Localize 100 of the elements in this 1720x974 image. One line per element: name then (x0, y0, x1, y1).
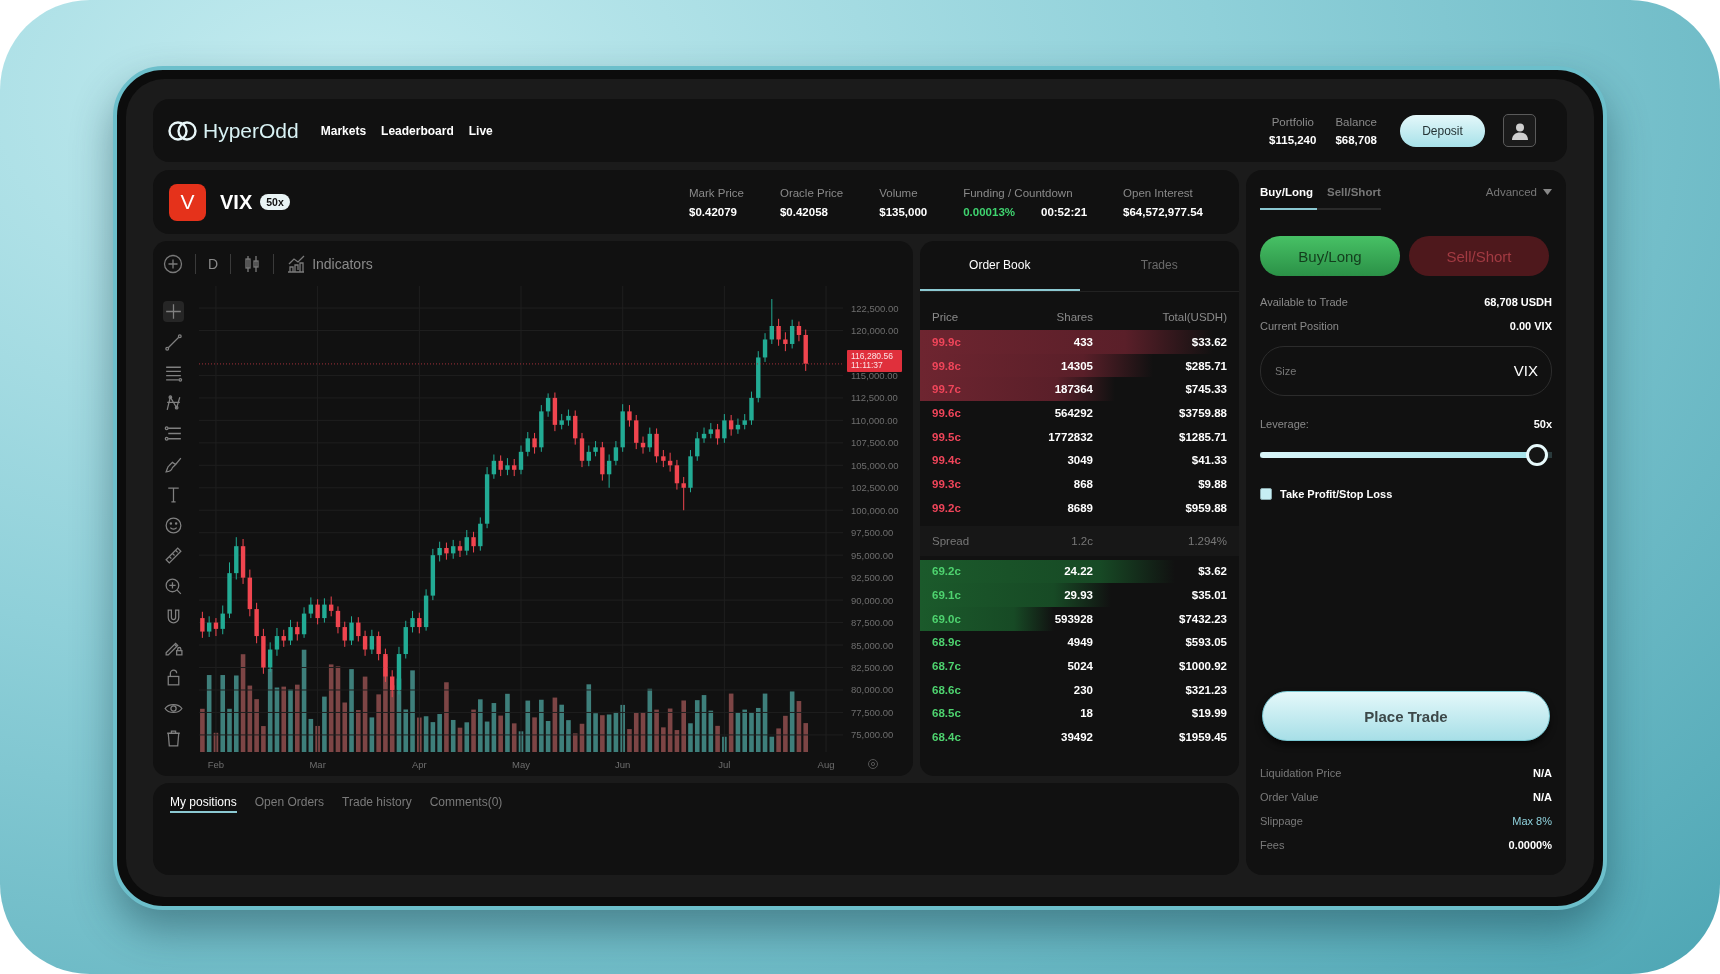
spread-value: 1.2c (1070, 534, 1093, 547)
tab[interactable]: Order Book (920, 241, 1080, 291)
buy-button[interactable]: Buy/Long (1260, 236, 1400, 276)
stat-value: $0.42058 (779, 205, 828, 218)
nav-link[interactable]: Live (468, 123, 493, 138)
info-value: 0.00 VIX (1509, 320, 1552, 332)
total-cell-text: $1959.45 (1178, 731, 1227, 744)
interval-button[interactable]: D (208, 255, 219, 272)
place-trade-button[interactable]: Place Trade (1262, 691, 1550, 741)
tab[interactable]: Trade history (342, 795, 412, 813)
info-label: Available to Trade (1260, 296, 1348, 308)
axis-label: 105,000.00 (851, 459, 899, 471)
line-tool-icon[interactable] (162, 331, 184, 353)
shares-cell-text: 4949 (1066, 636, 1093, 649)
axis-label: 100,000.00 (851, 504, 899, 516)
info-value: 68,708 USDH (1484, 296, 1552, 308)
axis-label: Feb (207, 759, 225, 770)
stat-label: Volume (879, 186, 919, 199)
axis-label: 122,500.00 (851, 302, 899, 314)
candle (383, 648, 388, 683)
shares-cell-text: 1772832 (1047, 430, 1093, 443)
shares-cell-text: 14305 (1060, 359, 1093, 372)
price-cell-text: 68.4c (932, 731, 962, 744)
summary-label: Slippage (1260, 815, 1303, 827)
column-header: Total(USDH) (1161, 311, 1227, 323)
stat-label: Portfolio (1271, 115, 1314, 128)
total-cell-text: $9.88 (1197, 477, 1227, 490)
market-logo: V (169, 183, 206, 221)
tab[interactable]: Open Orders (254, 795, 325, 813)
price-cell-text: 99.9c (932, 335, 962, 348)
axis-label: 85,000.00 (851, 639, 894, 651)
tab[interactable]: Sell/Short (1327, 184, 1381, 210)
checkbox-label: Take Profit/Stop Loss (1280, 488, 1393, 500)
tab[interactable]: Trades (1079, 241, 1239, 291)
candle (349, 615, 354, 646)
axis-label: 95,000.00 (851, 549, 894, 561)
price-cell-text: 68.6c (932, 683, 962, 696)
nav-link[interactable]: Markets (320, 123, 367, 138)
candles-icon[interactable] (243, 253, 262, 274)
stat-value: $64,572,977.54 (1123, 205, 1203, 218)
tab[interactable]: Buy/Long (1260, 184, 1318, 210)
axis-label: Jul (718, 759, 731, 770)
bar-chart-icon[interactable] (286, 253, 307, 274)
indicators-button[interactable]: Indicators (312, 255, 373, 272)
total-cell-text: $7432.23 (1178, 612, 1227, 625)
candle (593, 440, 598, 457)
price-cell-text: 99.6c (932, 406, 962, 419)
price-cell-text: 68.5c (932, 707, 962, 720)
candle (322, 597, 327, 624)
leverage-value: 50x (1533, 418, 1552, 430)
stat-value: $115,240 (1269, 133, 1317, 146)
total-cell-text: $1285.71 (1178, 430, 1227, 443)
tab[interactable]: Comments(0) (429, 795, 503, 813)
mode-dropdown[interactable]: Advanced (1485, 186, 1552, 198)
nav-link[interactable]: Leaderboard (381, 123, 454, 138)
price-cell-text: 69.0c (932, 612, 962, 625)
deposit-button[interactable]: Deposit (1400, 114, 1485, 147)
candle (749, 391, 754, 426)
stat-value: $0.42079 (689, 205, 737, 218)
axis-label: 77,500.00 (851, 706, 894, 718)
fib-lines-icon[interactable] (162, 423, 184, 444)
axis-label: Mar (309, 759, 326, 770)
stat-label: Funding / Countdown (963, 186, 1074, 199)
axis-label: 112,500.00 (851, 392, 898, 404)
price-cell-text: 68.9c (932, 636, 962, 649)
price-cell-text: 69.1c (932, 589, 962, 602)
spread-label: Spread (932, 534, 971, 547)
price-cell-text: 99.2c (932, 501, 962, 514)
candle (288, 619, 293, 646)
candle (444, 542, 449, 561)
shares-cell-text: 39492 (1060, 731, 1093, 744)
stat-value: 0.00013% (963, 205, 1015, 218)
shares-cell-text: 230 (1072, 683, 1093, 696)
leverage-badge: 50x (260, 194, 290, 210)
spread-percent: 1.294% (1187, 534, 1227, 547)
tab[interactable]: My positions (170, 795, 237, 813)
candle (410, 610, 415, 633)
checkbox[interactable] (1260, 488, 1272, 500)
total-cell-text: $285.71 (1184, 359, 1227, 372)
ruler-icon[interactable] (162, 545, 184, 566)
axis-label: Apr (411, 759, 427, 770)
price-tag: 116,280.56 11:11:37 (847, 350, 902, 372)
axis-label: 80,000.00 (851, 684, 894, 696)
total-cell-text: $1000.92 (1178, 660, 1227, 673)
summary-label: Order Value (1260, 791, 1319, 803)
summary-value: N/A (1533, 767, 1552, 779)
candle (688, 449, 693, 493)
axis-label: Jun (615, 759, 631, 770)
axis-label: 75,000.00 (851, 729, 894, 741)
price-cell-text: 99.5c (932, 430, 962, 443)
stat-value: $68,708 (1335, 133, 1377, 146)
total-cell-text: $745.33 (1184, 383, 1227, 396)
account-button[interactable] (1503, 114, 1536, 147)
add-icon[interactable] (163, 253, 183, 274)
crosshair-icon[interactable] (162, 301, 184, 322)
axis-label: May (512, 759, 530, 770)
total-cell-text: $19.99 (1190, 707, 1227, 720)
stat-label: Mark Price (689, 186, 744, 199)
shares-cell-text: 18 (1079, 707, 1093, 720)
stat-label: Balance (1335, 115, 1377, 128)
